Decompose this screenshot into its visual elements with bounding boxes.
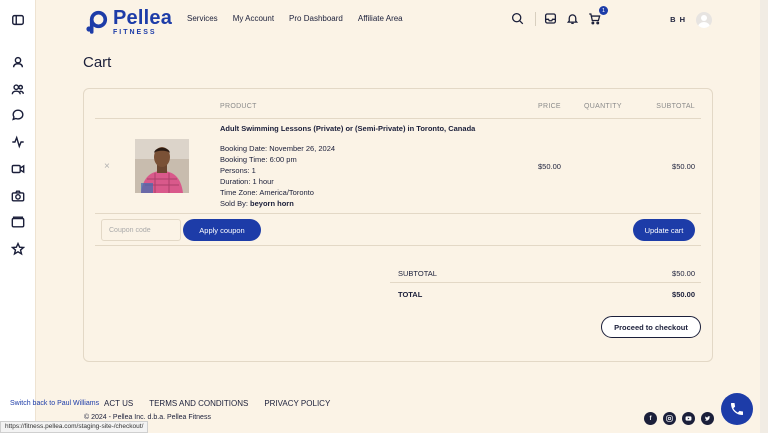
brand-logo[interactable]: Pellea FITNESS (84, 8, 172, 36)
totals-total-value: $50.00 (672, 290, 695, 299)
camera-icon[interactable] (10, 188, 26, 204)
subtotal-divider-line (390, 282, 701, 283)
footer-links: ACT US TERMS AND CONDITIONS PRIVACY POLI… (104, 399, 346, 408)
product-thumbnail[interactable] (135, 139, 189, 193)
users-icon[interactable] (10, 81, 26, 97)
video-icon[interactable] (10, 161, 26, 177)
duration: Duration: 1 hour (220, 177, 274, 186)
brand-subtitle: FITNESS (113, 29, 157, 36)
item-price: $50.00 (538, 162, 561, 171)
nav-services[interactable]: Services (187, 14, 218, 23)
folder-icon[interactable] (10, 214, 26, 230)
page-title: Cart (83, 54, 112, 71)
totals-subtotal-label: SUBTOTAL (398, 269, 437, 278)
booking-time: Booking Time: 6:00 pm (220, 155, 297, 164)
totals-divider-line (95, 245, 701, 246)
user-icon[interactable] (10, 54, 26, 70)
star-icon[interactable] (10, 241, 26, 257)
update-cart-button[interactable]: Update cart (633, 219, 695, 241)
logo-mark-icon (86, 10, 108, 34)
status-bar-url: https://fitness.pellea.com/staging-site-… (0, 421, 149, 433)
footer-link-contact[interactable]: ACT US (104, 399, 133, 408)
bell-icon[interactable] (566, 12, 580, 26)
row-divider-line (95, 213, 701, 214)
switch-user-link[interactable]: Switch back to Paul Williams (10, 400, 99, 407)
time-zone: Time Zone: America/Toronto (220, 188, 314, 197)
inbox-icon[interactable] (544, 12, 558, 26)
scrollbar[interactable] (760, 0, 768, 433)
facebook-icon[interactable]: f (644, 412, 657, 425)
phone-icon (731, 403, 743, 415)
footer-link-terms[interactable]: TERMS AND CONDITIONS (149, 399, 248, 408)
totals-total-label: TOTAL (398, 290, 423, 299)
left-sidebar (0, 0, 36, 433)
apply-coupon-button[interactable]: Apply coupon (183, 219, 261, 241)
search-icon[interactable] (511, 12, 525, 26)
sidebar-toggle-icon[interactable] (10, 12, 26, 28)
call-button[interactable] (721, 393, 753, 425)
seller-name[interactable]: beyorn horn (250, 199, 294, 208)
totals-subtotal-value: $50.00 (672, 269, 695, 278)
sold-by-label: Sold By: (220, 199, 248, 208)
proceed-to-checkout-button[interactable]: Proceed to checkout (601, 316, 701, 338)
social-links: f (638, 412, 714, 425)
column-header-product: PRODUCT (220, 103, 257, 110)
column-header-quantity: QUANTITY (584, 103, 622, 110)
footer-link-privacy[interactable]: PRIVACY POLICY (264, 399, 330, 408)
youtube-icon[interactable] (682, 412, 695, 425)
product-title[interactable]: Adult Swimming Lessons (Private) or (Sem… (220, 124, 475, 133)
brand-name: Pellea (113, 7, 173, 29)
main-nav: Services My Account Pro Dashboard Affili… (187, 14, 418, 23)
column-header-subtotal: SUBTOTAL (656, 103, 695, 110)
instagram-icon[interactable] (663, 412, 676, 425)
nav-my-account[interactable]: My Account (233, 14, 274, 23)
booking-date: Booking Date: November 26, 2024 (220, 144, 336, 153)
header-divider (535, 12, 536, 26)
coupon-code-input[interactable] (101, 219, 181, 241)
cart-icon[interactable]: 1 (588, 6, 608, 26)
chat-icon[interactable] (10, 107, 26, 123)
top-header: Pellea FITNESS Services My Account Pro D… (36, 0, 768, 40)
cart-table: PRODUCT PRICE QUANTITY SUBTOTAL × Adult … (83, 88, 713, 362)
copyright-text: © 2024 - Pellea Inc. d.b.a. Pellea Fitne… (84, 414, 211, 421)
cart-count-badge: 1 (599, 6, 608, 15)
sold-by: Sold By: beyorn horn (220, 199, 294, 208)
nav-pro-dashboard[interactable]: Pro Dashboard (289, 14, 343, 23)
column-header-price: PRICE (538, 103, 561, 110)
avatar[interactable] (696, 12, 712, 28)
nav-affiliate-area[interactable]: Affiliate Area (358, 14, 403, 23)
header-divider-line (95, 118, 701, 119)
user-initials[interactable]: B H (670, 15, 686, 24)
activity-icon[interactable] (10, 134, 26, 150)
twitter-icon[interactable] (701, 412, 714, 425)
persons: Persons: 1 (220, 166, 256, 175)
item-subtotal: $50.00 (672, 162, 695, 171)
remove-item-icon[interactable]: × (104, 161, 110, 172)
header-actions: 1 (503, 6, 608, 26)
